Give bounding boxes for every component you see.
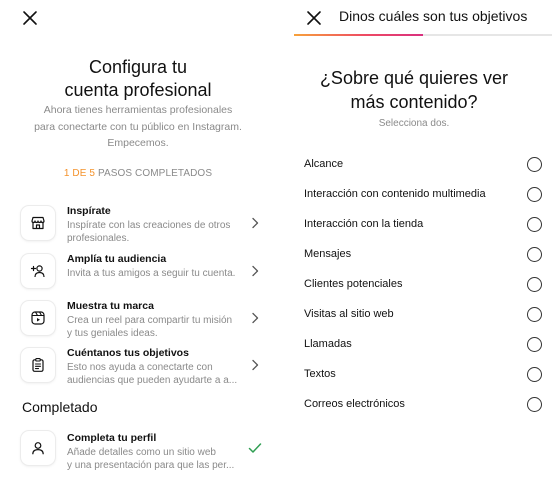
chevron-right-icon (250, 265, 260, 277)
add-person-icon (21, 254, 55, 288)
close-icon[interactable] (21, 9, 39, 27)
step-show-brand[interactable]: Muestra tu marca Crea un reel para compa… (20, 298, 266, 342)
step-tell-goals[interactable]: Cuéntanos tus objetivos Esto nos ayuda a… (20, 345, 266, 389)
option-item[interactable]: Textos (304, 363, 544, 387)
setup-panel: Configura tu cuenta profesional Ahora ti… (0, 0, 276, 480)
radio-button[interactable] (527, 187, 542, 202)
option-label: Interacción con contenido multimedia (304, 188, 486, 200)
chevron-right-icon (250, 217, 260, 229)
option-item[interactable]: Mensajes (304, 243, 544, 267)
option-item[interactable]: Llamadas (304, 333, 544, 357)
step-description: Esto nos ayuda a conectarte con audienci… (67, 362, 238, 386)
steps-progress: 1 DE 5 PASOS COMPLETADOS (0, 168, 276, 179)
person-icon (21, 431, 55, 465)
step-grow-audience[interactable]: Amplía tu audiencia Invita a tus amigos … (20, 251, 266, 295)
chevron-right-icon (250, 359, 260, 371)
radio-button[interactable] (527, 307, 542, 322)
progress-bar-fill (294, 34, 423, 36)
option-item[interactable]: Correos electrónicos (304, 393, 544, 417)
checkmark-icon (248, 442, 262, 454)
page-description: Ahora tienes herramientas profesionales … (34, 104, 242, 149)
step-description: Añade detalles como un sitio web y una p… (67, 447, 235, 471)
step-title: Completa tu perfil (67, 432, 157, 444)
clipboard-icon (21, 348, 55, 382)
radio-button[interactable] (527, 217, 542, 232)
step-inspire[interactable]: Inspírate Inspírate con las creaciones d… (20, 203, 266, 247)
option-item[interactable]: Visitas al sitio web (304, 303, 544, 327)
reel-icon (21, 301, 55, 335)
radio-button[interactable] (527, 157, 542, 172)
option-label: Alcance (304, 158, 344, 170)
option-label: Clientes potenciales (304, 278, 403, 290)
option-item[interactable]: Alcance (304, 153, 544, 177)
store-icon (21, 206, 55, 240)
steps-count: 1 DE 5 (63, 168, 96, 179)
step-description: Inspírate con las creaciones de otros pr… (67, 220, 231, 244)
option-item[interactable]: Interacción con la tienda (304, 213, 544, 237)
option-label: Textos (304, 368, 336, 380)
step-title: Cuéntanos tus objetivos (67, 347, 189, 359)
radio-button[interactable] (527, 367, 542, 382)
step-description: Crea un reel para compartir tu misión y … (67, 315, 233, 339)
option-label: Interacción con la tienda (304, 218, 424, 230)
option-label: Mensajes (304, 248, 352, 260)
radio-button[interactable] (527, 397, 542, 412)
question-title: ¿Sobre qué quieres ver más contenido? (319, 68, 509, 112)
step-title: Inspírate (67, 205, 111, 217)
page-title: Configura tu cuenta profesional (64, 57, 212, 100)
step-title: Amplía tu audiencia (67, 253, 167, 265)
header-title: Dinos cuáles son tus objetivos (339, 8, 528, 24)
step-description: Invita a tus amigos a seguir tu cuenta. (67, 268, 236, 279)
option-item[interactable]: Clientes potenciales (304, 273, 544, 297)
progress-bar (294, 34, 552, 36)
radio-button[interactable] (527, 247, 542, 262)
goals-panel: Dinos cuáles son tus objetivos ¿Sobre qu… (276, 0, 552, 480)
step-title: Muestra tu marca (67, 300, 154, 312)
option-label: Llamadas (304, 338, 352, 350)
chevron-right-icon (250, 312, 260, 324)
question-subtitle: Selecciona dos. (378, 118, 450, 129)
close-icon[interactable] (305, 9, 323, 27)
option-label: Visitas al sitio web (304, 308, 394, 320)
completed-heading: Completado (22, 399, 98, 415)
option-item[interactable]: Interacción con contenido multimedia (304, 183, 544, 207)
radio-button[interactable] (527, 277, 542, 292)
radio-button[interactable] (527, 337, 542, 352)
option-label: Correos electrónicos (304, 398, 405, 410)
steps-suffix: PASOS COMPLETADOS (97, 168, 213, 179)
step-complete-profile[interactable]: Completa tu perfil Añade detalles como u… (20, 428, 266, 472)
